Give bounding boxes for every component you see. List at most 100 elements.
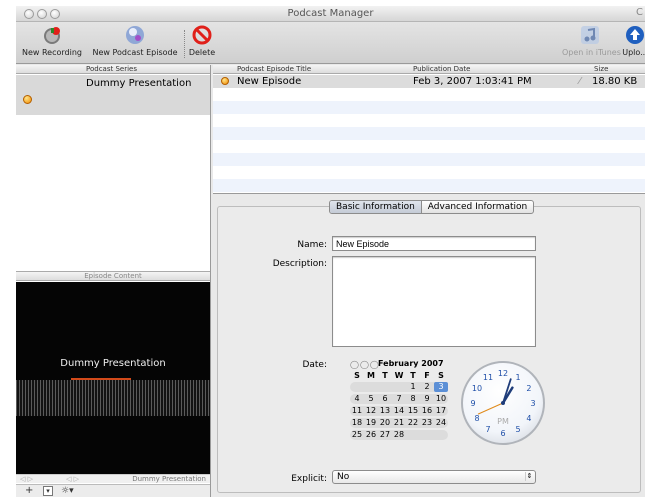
calendar-day[interactable]: 25	[350, 430, 364, 440]
calendar-day[interactable]: 11	[350, 406, 364, 416]
view-toggle-button[interactable]: ▾	[43, 486, 53, 496]
clock-center	[501, 401, 505, 405]
calendar-day	[392, 382, 406, 392]
calendar-day[interactable]: 17	[434, 406, 448, 416]
upload-button[interactable]: Uplo...	[620, 24, 645, 57]
weekday-label: S	[438, 371, 444, 380]
table-row[interactable]: New Episode Feb 3, 2007 1:03:41 PM ⁄ 18.…	[213, 75, 645, 88]
explicit-select[interactable]: No ⇕	[332, 470, 536, 484]
calendar-day[interactable]: 8	[406, 394, 420, 404]
new-recording-button[interactable]: New Recording	[18, 24, 86, 57]
time-clock[interactable]: 12 1 2 3 4 5 6 7 8 9 10 11 PM	[461, 361, 545, 445]
episode-size-cell: 18.80 KB	[592, 76, 638, 87]
clock-ampm: PM	[497, 417, 509, 426]
table-row-empty	[213, 127, 645, 140]
series-panel: Podcast Series Dummy Presentation Episod…	[16, 65, 211, 497]
episode-date-cell: Feb 3, 2007 1:03:41 PM	[413, 76, 532, 87]
series-column-header[interactable]: Podcast Series	[16, 65, 210, 74]
episode-content-header[interactable]: Episode Content	[16, 271, 210, 281]
weekday-label: F	[424, 371, 430, 380]
calendar-week: 123	[350, 382, 448, 392]
calendar-day[interactable]: 21	[392, 418, 406, 428]
clock-second-hand[interactable]	[477, 402, 504, 415]
calendar-day[interactable]: 5	[364, 394, 378, 404]
calendar-day	[434, 430, 448, 440]
size-column-header[interactable]: Size	[594, 65, 608, 73]
add-series-button[interactable]: +	[25, 486, 33, 496]
scrub-nav-icon[interactable]: ◁ ▷	[66, 475, 79, 483]
select-arrows-icon: ⇕	[525, 472, 533, 481]
upload-label: Uplo...	[622, 48, 645, 57]
toolbar-toggle-button[interactable]: C	[636, 7, 643, 18]
calendar-day[interactable]: 16	[420, 406, 434, 416]
calendar-day[interactable]: 19	[364, 418, 378, 428]
action-gear-button[interactable]: ☼▾	[61, 486, 74, 496]
table-row-empty	[213, 101, 645, 114]
preview-scrubber[interactable]: ◁ ▷ ◁ ▷ Dummy Presentation	[16, 474, 210, 483]
new-episode-button[interactable]: New Podcast Episode	[88, 24, 182, 57]
scrub-back-icon[interactable]: ◁ ▷	[20, 475, 33, 483]
calendar-nav-icon[interactable]: ◯◯◯	[350, 360, 380, 369]
name-field[interactable]	[332, 236, 536, 251]
calendar-day[interactable]: 7	[392, 394, 406, 404]
weekday-label: T	[382, 371, 388, 380]
calendar-day[interactable]: 1	[406, 382, 420, 392]
clock-number: 7	[485, 425, 490, 434]
calendar-week: 4 5 6 7 8 9 10	[350, 394, 448, 404]
explicit-label: Explicit:	[291, 474, 327, 484]
delete-button[interactable]: Delete	[187, 24, 217, 57]
calendar-day[interactable]: 12	[364, 406, 378, 416]
episode-table: Podcast Episode Title Publication Date S…	[213, 65, 645, 194]
clock-face: 12 1234567891011	[470, 369, 535, 438]
itunes-icon	[579, 24, 601, 46]
calendar-day[interactable]: 28	[392, 430, 406, 440]
calendar-month: February 2007	[378, 359, 444, 368]
open-in-itunes-label: Open in iTunes	[562, 48, 621, 57]
description-label: Description:	[272, 259, 327, 269]
calendar-day	[378, 382, 392, 392]
calendar-day[interactable]: 23	[420, 418, 434, 428]
explicit-value: No	[337, 472, 350, 482]
calendar-day[interactable]: 26	[364, 430, 378, 440]
calendar-day[interactable]: 3	[434, 382, 448, 392]
calendar-day[interactable]: 15	[406, 406, 420, 416]
calendar-day[interactable]: 6	[378, 394, 392, 404]
clock-number: 10	[472, 384, 482, 393]
tab-basic-information[interactable]: Basic Information	[330, 201, 422, 213]
calendar-day[interactable]: 20	[378, 418, 392, 428]
series-item[interactable]: Dummy Presentation	[16, 75, 210, 115]
weekday-label: M	[367, 371, 375, 380]
calendar-day[interactable]: 18	[350, 418, 364, 428]
date-column-header[interactable]: Publication Date	[413, 65, 470, 73]
table-row-empty	[213, 153, 645, 166]
calendar-week: 11 12 13 14 15 16 17	[350, 406, 448, 416]
delete-label: Delete	[188, 48, 216, 57]
title-column-header[interactable]: Podcast Episode Title	[237, 65, 311, 73]
calendar-day[interactable]: 27	[378, 430, 392, 440]
date-calendar[interactable]: ◯◯◯ February 2007 S M T W T F S 12345678…	[350, 359, 450, 461]
calendar-day[interactable]: 2	[420, 382, 434, 392]
calendar-day[interactable]: 14	[392, 406, 406, 416]
clock-number: 1	[515, 373, 520, 382]
clock-number: 12	[498, 369, 508, 378]
calendar-day[interactable]: 4	[350, 394, 364, 404]
calendar-day[interactable]: 13	[378, 406, 392, 416]
calendar-day[interactable]: 24	[434, 418, 448, 428]
calendar-day	[364, 382, 378, 392]
description-field[interactable]	[332, 256, 536, 347]
calendar-day[interactable]: 9	[420, 394, 434, 404]
podcast-manager-window: Podcast Manager C New Recording New Podc…	[16, 6, 645, 497]
episode-preview: Dummy Presentation	[16, 282, 210, 474]
toolbar: New Recording New Podcast Episode Delete	[16, 22, 645, 64]
preview-waveform	[16, 380, 210, 416]
weekday-label: T	[410, 371, 416, 380]
date-label: Date:	[302, 360, 327, 370]
podcast-globe-icon	[124, 24, 146, 46]
open-in-itunes-button[interactable]: Open in iTunes	[562, 24, 621, 57]
calendar-day[interactable]: 10	[434, 394, 448, 404]
clock-number: 6	[500, 429, 505, 438]
clock-number: 9	[470, 399, 475, 408]
calendar-day[interactable]: 22	[406, 418, 420, 428]
preview-title: Dummy Presentation	[60, 358, 166, 369]
tab-advanced-information[interactable]: Advanced Information	[422, 201, 533, 213]
